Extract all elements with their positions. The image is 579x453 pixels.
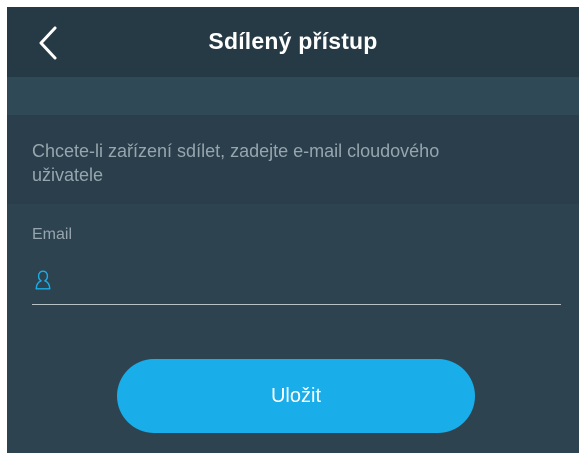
email-label: Email <box>32 226 73 243</box>
email-field[interactable] <box>32 259 561 305</box>
app-screen: Sdílený přístup Chcete-li zařízení sdíle… <box>7 7 579 453</box>
share-form: Email Uložit <box>7 204 579 453</box>
user-icon <box>35 270 51 290</box>
page-title: Sdílený přístup <box>208 28 378 54</box>
header-spacer <box>7 77 579 115</box>
info-text: Chcete-li zařízení sdílet, zadejte e-mai… <box>32 141 440 185</box>
save-button[interactable]: Uložit <box>117 359 475 433</box>
email-input[interactable] <box>60 259 559 305</box>
info-panel: Chcete-li zařízení sdílet, zadejte e-mai… <box>7 115 579 204</box>
header-bar: Sdílený přístup <box>7 7 579 77</box>
